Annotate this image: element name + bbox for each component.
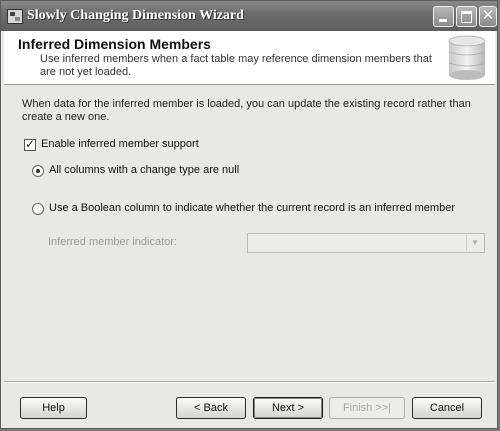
chevron-down-icon[interactable]: ▼ — [466, 235, 483, 251]
wizard-app-icon[interactable] — [7, 9, 23, 24]
minimize-button[interactable] — [433, 6, 454, 27]
enable-inferred-checkbox[interactable]: ✓ — [24, 137, 36, 151]
window-title: Slowly Changing Dimension Wizard — [27, 8, 244, 23]
indicator-label: Inferred member indicator: — [48, 236, 177, 248]
enable-inferred-label[interactable]: Enable inferred member support — [41, 138, 199, 150]
back-button[interactable]: < Back — [176, 397, 246, 419]
info-text: When data for the inferred member is loa… — [22, 98, 471, 123]
title-bar[interactable]: Slowly Changing Dimension Wizard ✕ — [1, 1, 497, 31]
help-button[interactable]: Help — [20, 397, 87, 419]
radio-columns-null-label[interactable]: All columns with a change type are null — [49, 164, 239, 176]
finish-button[interactable]: Finish >>| — [329, 397, 405, 419]
wizard-footer: Help < Back Next > Finish >>| Cancel — [4, 383, 495, 426]
radio-boolean-column-label[interactable]: Use a Boolean column to indicate whether… — [49, 202, 455, 214]
close-icon: ✕ — [481, 6, 495, 24]
wizard-content: When data for the inferred member is loa… — [4, 85, 495, 380]
page-title: Inferred Dimension Members — [18, 36, 211, 52]
page-description: Use inferred members when a fact table m… — [40, 53, 432, 78]
radio-boolean-column[interactable] — [32, 203, 44, 215]
radio-columns-null[interactable] — [32, 165, 44, 177]
indicator-select[interactable]: ▼ — [247, 233, 485, 253]
close-button[interactable]: ✕ — [479, 6, 497, 27]
cancel-button[interactable]: Cancel — [412, 397, 482, 419]
wizard-window: Slowly Changing Dimension Wizard ✕ Infer… — [0, 0, 498, 429]
database-icon — [448, 35, 486, 80]
checkmark-icon: ✓ — [25, 137, 36, 151]
page-header: Inferred Dimension Members Use inferred … — [4, 31, 495, 85]
next-button[interactable]: Next > — [253, 397, 323, 419]
maximize-button[interactable] — [456, 6, 477, 27]
